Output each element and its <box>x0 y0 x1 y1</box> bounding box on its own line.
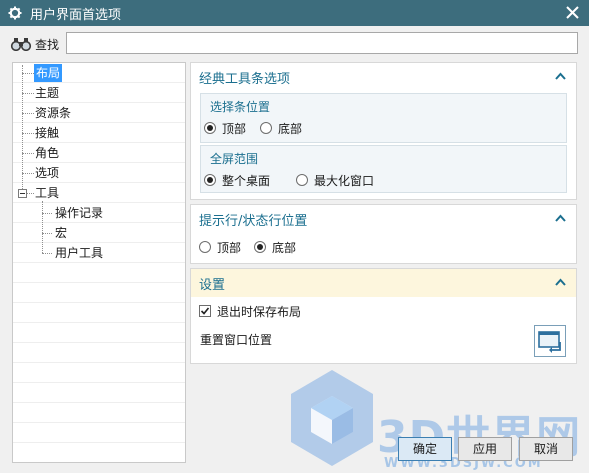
tree-item-theme[interactable]: 主题 <box>35 84 59 102</box>
chevron-up-icon[interactable] <box>555 214 566 222</box>
panel-title: 提示行/状态行位置 <box>199 213 308 229</box>
tree-item-layout[interactable]: 布局 <box>34 64 63 82</box>
resource-bar-position-group: 选择条位置 顶部 底部 <box>200 93 567 143</box>
tree-connector <box>22 93 34 94</box>
tree-connector <box>22 153 34 154</box>
chevron-up-icon[interactable] <box>555 278 566 286</box>
radio-dot[interactable] <box>260 122 272 134</box>
settings-header[interactable]: 设置 <box>191 269 576 297</box>
tree-item-touch[interactable]: 接触 <box>35 124 59 142</box>
radio-label: 最大化窗口 <box>314 173 375 188</box>
panel-title: 设置 <box>199 277 226 293</box>
reset-window-label: 重置窗口位置 <box>200 333 273 347</box>
checkbox-box[interactable] <box>199 305 211 317</box>
tree-connector <box>42 213 52 214</box>
radio-whole-desktop[interactable]: 整个桌面 <box>204 172 270 188</box>
radio-label: 整个桌面 <box>222 173 271 188</box>
chevron-up-icon[interactable] <box>555 72 566 80</box>
radio-bottom[interactable]: 底部 <box>260 120 302 136</box>
title-bar: 用户界面首选项 <box>0 0 589 26</box>
radio-label: 顶部 <box>222 121 247 136</box>
group-title: 选择条位置 <box>210 100 271 114</box>
tree-row <box>13 263 185 283</box>
tree-row <box>13 403 185 423</box>
prompt-status-header[interactable]: 提示行/状态行位置 <box>191 205 576 233</box>
classic-toolbar-header[interactable]: 经典工具条选项 <box>191 63 576 91</box>
tree-connector <box>27 193 34 194</box>
tree-row <box>13 343 185 363</box>
tree-row <box>13 323 185 343</box>
fullscreen-range-group: 全屏范围 整个桌面 最大化窗口 <box>200 145 567 193</box>
tree-connector <box>42 253 52 254</box>
category-tree: 布局 主题 资源条 接触 角色 选项 工具 操作记录 宏 用户工具 <box>12 62 186 463</box>
save-layout-on-exit-checkbox[interactable]: 退出时保存布局 <box>199 303 301 319</box>
apply-button[interactable]: 应用 <box>458 437 512 461</box>
panel-title: 经典工具条选项 <box>199 71 291 87</box>
close-icon[interactable] <box>564 4 581 21</box>
tree-connector <box>22 173 34 174</box>
reset-window-button[interactable] <box>534 325 566 357</box>
reset-window-icon <box>538 331 561 353</box>
cancel-button[interactable]: 取消 <box>519 437 573 461</box>
tree-item-user-tools[interactable]: 用户工具 <box>55 244 103 262</box>
tree-row <box>13 423 185 443</box>
window-title: 用户界面首选项 <box>30 7 122 23</box>
checkbox-label: 退出时保存布局 <box>217 304 302 319</box>
tree-connector <box>42 201 43 253</box>
tree-item-macro[interactable]: 宏 <box>55 224 67 242</box>
search-bar: 查找 <box>10 32 59 56</box>
radio-dot[interactable] <box>204 122 216 134</box>
search-label: 查找 <box>35 37 60 52</box>
tree-connector <box>22 133 34 134</box>
tree-row <box>13 363 185 383</box>
radio-dot[interactable] <box>254 241 266 253</box>
tree-item-role[interactable]: 角色 <box>35 144 59 162</box>
tree-item-journal[interactable]: 操作记录 <box>55 204 103 222</box>
tree-connector <box>22 73 34 74</box>
dialog-body: 查找 布局 主题 资源条 接触 角色 选项 工具 操作记录 宏 用户工具 经典工… <box>0 26 589 473</box>
radio-bottom[interactable]: 底部 <box>254 239 296 255</box>
prompt-status-panel: 提示行/状态行位置 顶部 底部 <box>190 204 577 264</box>
radio-top[interactable]: 顶部 <box>199 239 241 255</box>
gear-icon <box>8 6 22 20</box>
checkmark-icon <box>200 307 210 315</box>
tree-row <box>13 223 185 243</box>
radio-dot[interactable] <box>199 241 211 253</box>
ok-button[interactable]: 确定 <box>398 437 452 461</box>
radio-label: 底部 <box>272 240 297 255</box>
tree-connector <box>42 233 52 234</box>
radio-label: 底部 <box>278 121 303 136</box>
search-input[interactable] <box>66 32 578 54</box>
tree-row <box>13 303 185 323</box>
tree-item-resource-bar[interactable]: 资源条 <box>35 104 71 122</box>
radio-top[interactable]: 顶部 <box>204 120 246 136</box>
radio-maximized-window[interactable]: 最大化窗口 <box>296 172 374 188</box>
radio-label: 顶部 <box>217 240 242 255</box>
tree-item-tools[interactable]: 工具 <box>35 184 59 202</box>
settings-panel: 设置 退出时保存布局 重置窗口位置 <box>190 268 577 364</box>
group-title: 全屏范围 <box>210 152 259 166</box>
classic-toolbar-panel: 经典工具条选项 选择条位置 顶部 底部 全屏范围 整个桌面 最大化窗口 <box>190 62 577 200</box>
binoculars-icon <box>10 38 32 51</box>
tree-item-options[interactable]: 选项 <box>35 164 59 182</box>
watermark-logo-icon <box>291 370 373 466</box>
tree-row <box>13 443 185 462</box>
tree-row <box>13 383 185 403</box>
tree-connector <box>22 113 34 114</box>
radio-dot[interactable] <box>204 174 216 186</box>
tree-row <box>13 283 185 303</box>
collapse-toggle-icon[interactable] <box>18 189 27 198</box>
radio-dot[interactable] <box>296 174 308 186</box>
